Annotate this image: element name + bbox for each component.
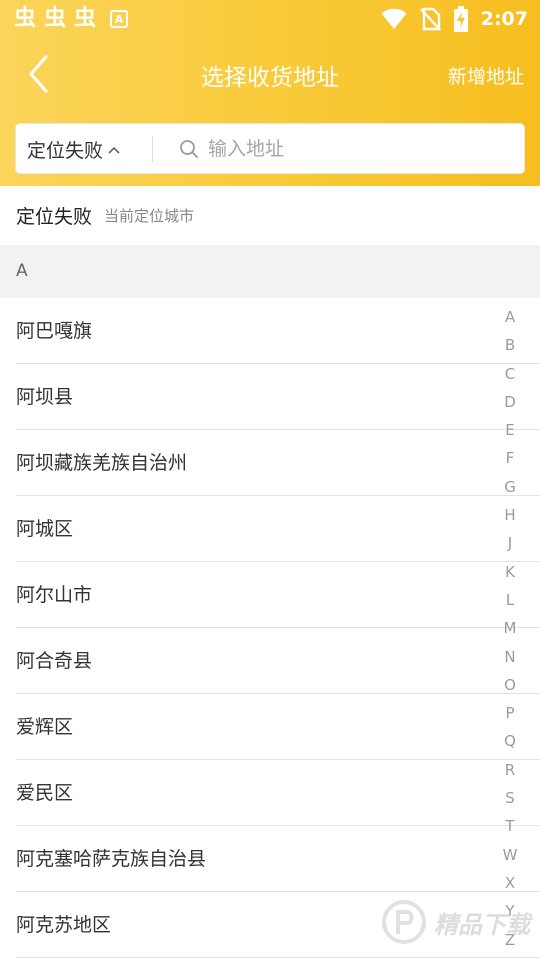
clock: 2:07 — [480, 8, 528, 30]
current-location-status: 定位失败 — [16, 206, 93, 228]
notification-icons: 虫 虫 虫 A — [14, 6, 129, 32]
no-sim-icon — [419, 7, 441, 31]
city-item[interactable]: 爱民区 — [0, 760, 540, 826]
city-item[interactable]: 阿城区 — [0, 496, 540, 562]
system-icons: 2:07 — [381, 6, 528, 32]
bug-icon: 虫 — [14, 6, 37, 31]
city-item[interactable]: 阿尔山市 — [0, 562, 540, 628]
index-letter[interactable]: L — [498, 586, 522, 614]
font-badge-icon: A — [110, 10, 129, 28]
status-bar: 虫 虫 虫 A 2:07 — [0, 0, 540, 38]
city-item[interactable]: 爱辉区 — [0, 694, 540, 760]
city-list: 阿巴嘎旗 阿坝县 阿坝藏族羌族自治州 阿城区 阿尔山市 阿合奇县 爱辉区 爱民区… — [0, 298, 540, 958]
index-letter[interactable]: A — [498, 303, 522, 331]
index-letter[interactable]: S — [498, 784, 522, 812]
index-letter[interactable]: T — [498, 812, 522, 840]
search-icon — [180, 140, 198, 158]
location-dropdown[interactable]: 定位失败 — [27, 124, 121, 175]
index-letter[interactable]: C — [498, 360, 522, 388]
alphabet-index[interactable]: A B C D E F G H J K L M N O P Q R S T W … — [498, 303, 522, 954]
city-item[interactable]: 阿巴嘎旗 — [0, 298, 540, 364]
city-item[interactable]: 阿坝县 — [0, 364, 540, 430]
index-letter[interactable]: N — [498, 643, 522, 671]
index-letter[interactable]: P — [498, 699, 522, 727]
title-bar: 选择收货地址 新增地址 — [0, 44, 540, 104]
address-search-input[interactable] — [208, 132, 508, 166]
index-letter[interactable]: H — [498, 501, 522, 529]
battery-charging-icon — [453, 6, 468, 32]
watermark-text: 精品下载 — [434, 910, 530, 939]
city-item[interactable]: 阿坝藏族羌族自治州 — [0, 430, 540, 496]
index-letter[interactable]: G — [498, 473, 522, 501]
index-letter[interactable]: O — [498, 671, 522, 699]
location-dropdown-label: 定位失败 — [27, 140, 104, 162]
wifi-icon — [381, 8, 407, 29]
search-bar: 定位失败 — [15, 123, 525, 174]
current-location-hint: 当前定位城市 — [104, 207, 195, 225]
index-letter[interactable]: X — [498, 869, 522, 897]
index-letter[interactable]: K — [498, 558, 522, 586]
current-location-row[interactable]: 定位失败 当前定位城市 — [0, 186, 540, 245]
index-letter[interactable]: E — [498, 416, 522, 444]
bug-icon: 虫 — [74, 6, 97, 31]
watermark: 精品下载 — [380, 898, 530, 946]
city-item[interactable]: 阿合奇县 — [0, 628, 540, 694]
index-letter[interactable]: B — [498, 331, 522, 359]
index-letter[interactable]: D — [498, 388, 522, 416]
divider — [152, 136, 153, 162]
section-header-a: A — [0, 245, 540, 298]
index-letter[interactable]: Q — [498, 727, 522, 755]
index-letter[interactable]: J — [498, 529, 522, 557]
index-letter[interactable]: W — [498, 841, 522, 869]
city-item[interactable]: 阿克塞哈萨克族自治县 — [0, 826, 540, 892]
header: 虫 虫 虫 A 2:07 选择收货地址 新增地址 定位失败 输入地址 — [0, 0, 540, 186]
bug-icon: 虫 — [44, 6, 67, 31]
index-letter[interactable]: F — [498, 444, 522, 472]
index-letter[interactable]: M — [498, 614, 522, 642]
watermark-logo-icon — [382, 900, 426, 944]
add-address-button[interactable]: 新增地址 — [448, 62, 524, 89]
index-letter[interactable]: R — [498, 756, 522, 784]
chevron-up-icon — [108, 146, 120, 154]
